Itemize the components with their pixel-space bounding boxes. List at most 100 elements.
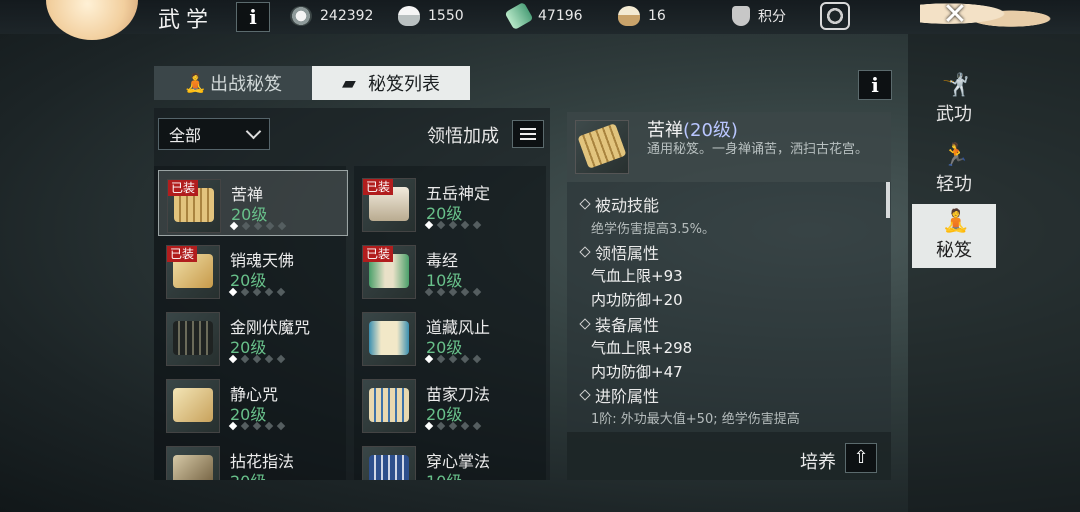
- book-level: 20级: [231, 205, 268, 224]
- book-icon: 已装: [166, 245, 220, 299]
- book-item[interactable]: 静心咒 20级: [158, 371, 348, 437]
- page-title: 武学: [158, 8, 215, 33]
- star-icon: [460, 220, 470, 230]
- section-line: 1阶: 外功最大值+50; 绝学伤害提高: [591, 412, 800, 426]
- points-button[interactable]: 积分: [732, 6, 786, 26]
- section-line: 内功防御+20: [591, 291, 683, 309]
- star-icon: [240, 354, 250, 364]
- book-icon: 已装: [167, 179, 221, 233]
- sidebar-item-secret-books[interactable]: 🧘 秘笈: [912, 204, 996, 268]
- star-icon: [424, 421, 434, 431]
- equipped-badge: 已装: [167, 246, 198, 262]
- book-item[interactable]: 金刚伏魔咒 20级: [158, 304, 348, 370]
- section-title: 领悟属性: [581, 240, 659, 264]
- book-art: [173, 388, 213, 422]
- resource-value: 242392: [320, 8, 374, 24]
- star-icon: [252, 287, 262, 297]
- martial-arts-icon: 🤺: [942, 73, 970, 98]
- settings-gear-icon[interactable]: [820, 2, 850, 30]
- book-art: [369, 455, 409, 480]
- chevron-down-icon: [245, 123, 262, 140]
- book-level: 20级: [230, 405, 267, 424]
- list-icon[interactable]: [512, 120, 544, 148]
- book-item[interactable]: 穿心掌法10级: [354, 438, 544, 480]
- detail-body[interactable]: 被动技能 绝学伤害提高3.5%。 领悟属性 气血上限+93 内功防御+20 装备…: [567, 186, 887, 426]
- book-icon: [166, 446, 220, 480]
- book-item[interactable]: 已装 毒经 10级: [354, 237, 544, 303]
- star-rating: [229, 221, 287, 231]
- book-level: 20级: [426, 405, 463, 424]
- detail-description: 通用秘笈。一身禅诵苦，洒扫古花宫。: [647, 142, 869, 157]
- filter-value: 全部: [169, 126, 202, 145]
- star-icon: [228, 354, 238, 364]
- star-icon: [448, 220, 458, 230]
- star-icon: [277, 221, 287, 231]
- book-item[interactable]: 已装 销魂天佛 20级: [158, 237, 348, 303]
- star-icon: [264, 354, 274, 364]
- rice-bowl-icon: [618, 6, 640, 26]
- cultivate-button[interactable]: ⇧: [845, 443, 877, 473]
- book-level: 20级: [426, 204, 463, 223]
- star-icon: [424, 287, 434, 297]
- star-icon: [472, 421, 482, 431]
- star-icon: [253, 221, 263, 231]
- star-icon: [436, 287, 446, 297]
- book-icon: [166, 312, 220, 366]
- book-art: [173, 455, 213, 480]
- star-icon: [436, 421, 446, 431]
- book-icon: [166, 379, 220, 433]
- sidebar-item-martial-arts[interactable]: 🤺 武功: [912, 68, 996, 132]
- book-item[interactable]: 已装 五岳神定 20级: [354, 170, 544, 236]
- book-level: 20级: [230, 468, 266, 480]
- star-rating: [228, 354, 286, 364]
- star-rating: [228, 287, 286, 297]
- comprehension-bonus-label: 领悟加成: [427, 126, 499, 147]
- star-icon: [276, 287, 286, 297]
- resource-jade: 47196: [504, 1, 583, 31]
- book-item[interactable]: 已装 苦禅 20级: [158, 170, 348, 236]
- detail-title: 苦禅(20级): [647, 116, 738, 142]
- star-icon: [472, 220, 482, 230]
- tab-battle-books[interactable]: 🧘 出战秘笈: [154, 66, 312, 100]
- book-item[interactable]: 苗家刀法 20级: [354, 371, 544, 437]
- tab-book-list[interactable]: ▰ 秘笈列表: [312, 66, 470, 100]
- book-grid: 已装 苦禅 20级 已装 五岳神定 20级 已装 销魂天佛 20级 已装 毒经 10级 金刚伏魔咒 20级…: [154, 166, 550, 480]
- resource-value: 16: [648, 8, 666, 24]
- star-icon: [240, 421, 250, 431]
- detail-level: (20级): [683, 120, 738, 141]
- book-level: 20级: [426, 338, 463, 357]
- shield-icon: [732, 6, 750, 26]
- moon-decoration: [46, 0, 138, 40]
- star-icon: [424, 354, 434, 364]
- resource-value: 1550: [428, 8, 464, 24]
- close-icon[interactable]: ✕: [940, 0, 970, 30]
- meditation-icon: 🧘: [942, 209, 970, 234]
- book-item[interactable]: 拈花指法20级: [158, 438, 348, 480]
- star-icon: [460, 354, 470, 364]
- sidebar-label: 武功: [936, 104, 972, 125]
- star-icon: [448, 354, 458, 364]
- equipped-badge: 已装: [363, 246, 394, 262]
- section-title: 装备属性: [581, 312, 659, 336]
- book-level: 20级: [230, 338, 267, 357]
- book-art: [369, 388, 409, 422]
- star-rating: [424, 287, 482, 297]
- star-icon: [265, 221, 275, 231]
- resource-rice: 16: [618, 6, 666, 26]
- star-icon: [229, 221, 239, 231]
- header-info-button[interactable]: i: [236, 2, 270, 32]
- book-art: [369, 321, 409, 355]
- coin-icon: [290, 6, 312, 26]
- star-rating: [424, 354, 482, 364]
- tab-label: 秘笈列表: [368, 74, 440, 95]
- panel-info-button[interactable]: i: [858, 70, 892, 100]
- star-icon: [252, 421, 262, 431]
- detail-scrollbar[interactable]: [886, 182, 890, 218]
- sidebar-item-lightness-skill[interactable]: 🏃 轻功: [912, 138, 996, 202]
- star-rating: [424, 421, 482, 431]
- book-icon: 已装: [362, 245, 416, 299]
- filter-dropdown[interactable]: 全部: [158, 118, 270, 150]
- book-art: [173, 321, 213, 355]
- book-item[interactable]: 道藏风止 20级: [354, 304, 544, 370]
- star-icon: [436, 354, 446, 364]
